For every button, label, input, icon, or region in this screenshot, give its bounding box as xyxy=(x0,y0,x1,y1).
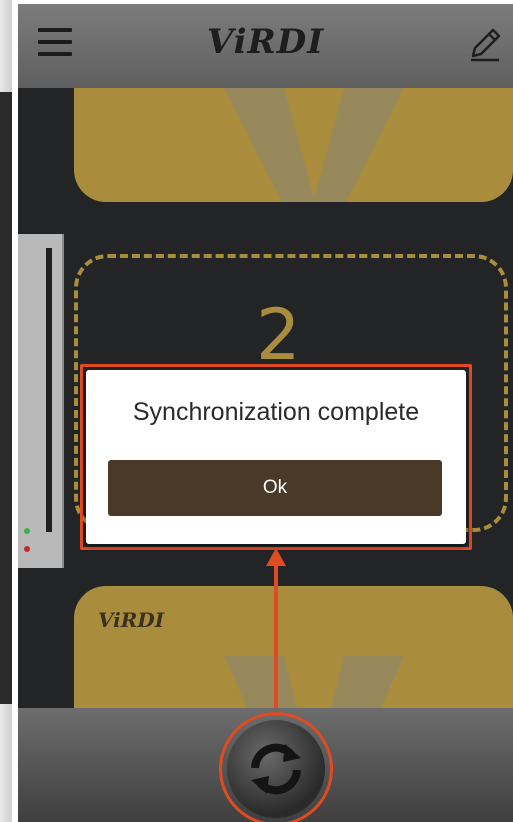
sync-complete-dialog: Synchronization complete Ok xyxy=(86,370,466,544)
side-scroll-track[interactable] xyxy=(46,248,52,532)
app-bar: ViRDI xyxy=(18,4,513,88)
status-dot-green xyxy=(24,528,30,534)
annotation-arrow-line xyxy=(274,562,278,708)
card-top[interactable] xyxy=(74,88,513,202)
phone-screen: ViRDI 2 ViRDI Synchronization complete O… xyxy=(18,4,513,822)
side-scroll-rail[interactable] xyxy=(18,234,64,568)
sync-arrows-icon xyxy=(251,743,301,795)
dialog-message: Synchronization complete xyxy=(132,398,420,426)
status-dot-red xyxy=(24,546,30,552)
adjacent-screen-edge xyxy=(0,0,12,822)
sync-button[interactable] xyxy=(227,720,325,818)
ok-button[interactable]: Ok xyxy=(108,460,442,516)
pencil-icon[interactable] xyxy=(467,24,503,64)
annotation-arrow-head xyxy=(266,548,286,566)
adjacent-screen-dark-area xyxy=(0,92,12,704)
card-top-v-watermark xyxy=(224,88,404,202)
app-title-logo: ViRDI xyxy=(206,22,325,62)
screenshot: ViRDI 2 ViRDI Synchronization complete O… xyxy=(0,0,513,822)
